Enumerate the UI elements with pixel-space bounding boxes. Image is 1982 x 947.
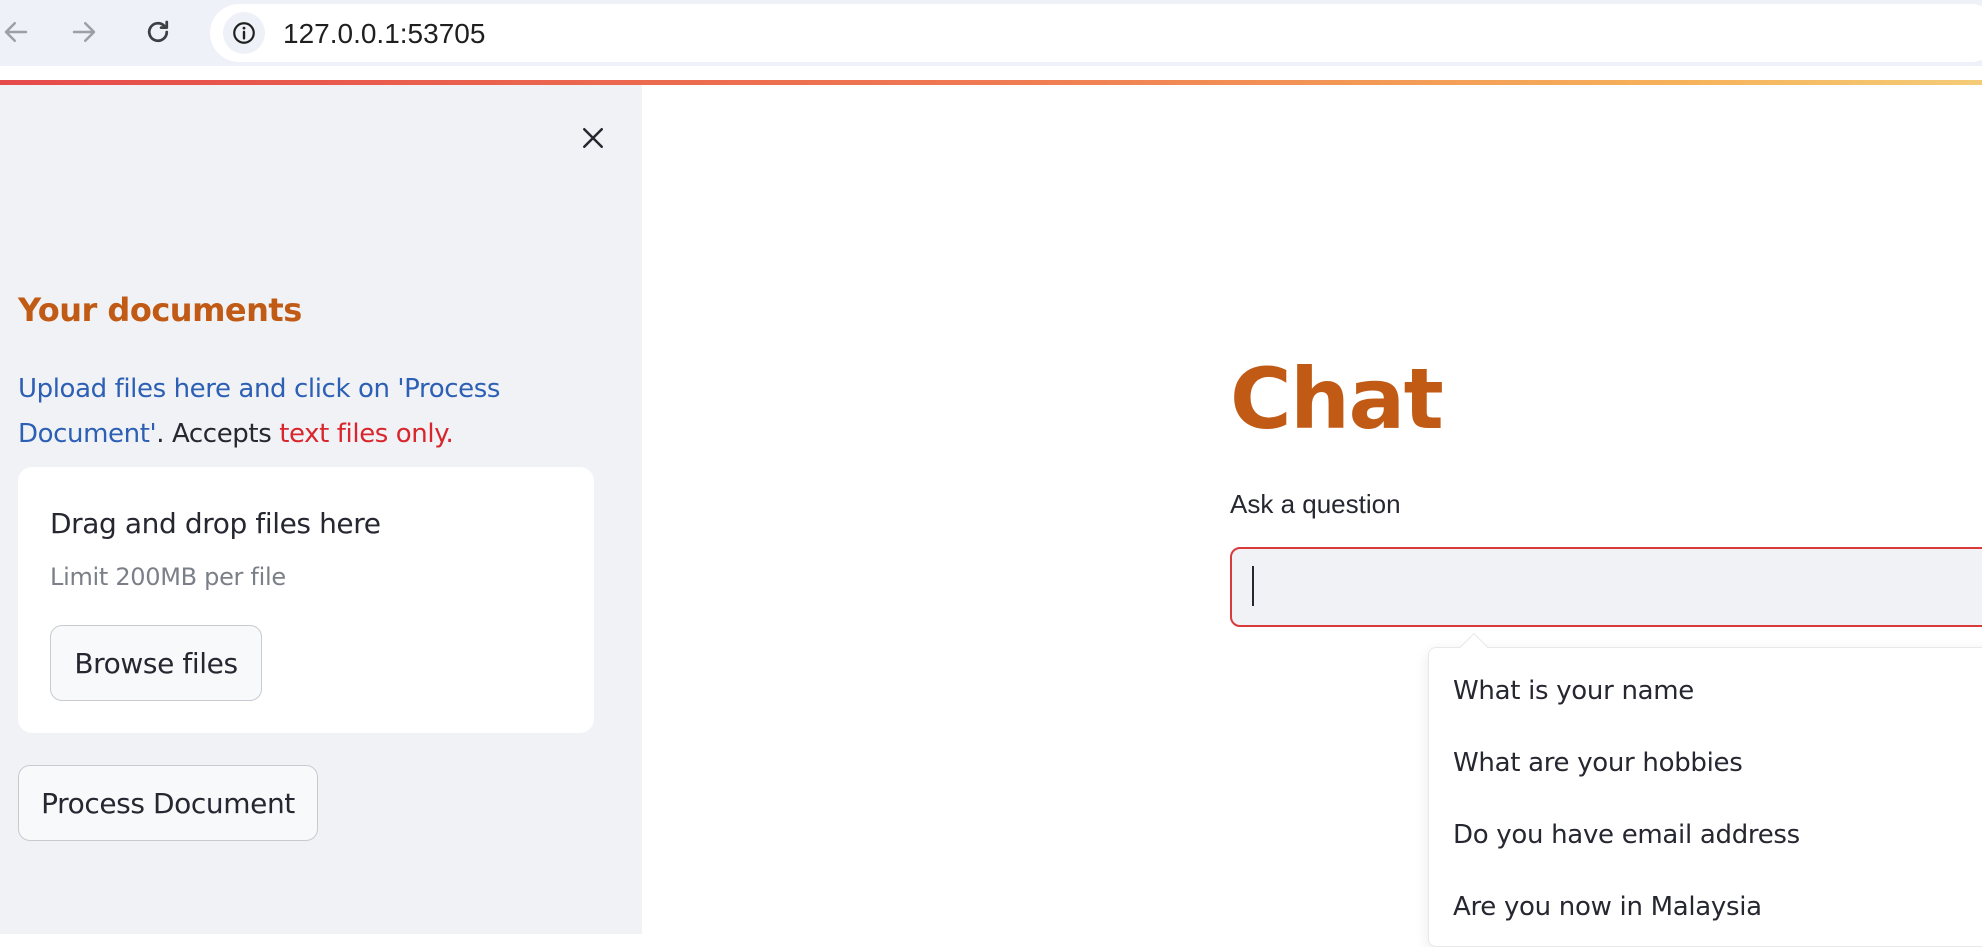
url-text[interactable]: 127.0.0.1:53705 <box>283 18 485 50</box>
file-uploader-dropzone[interactable]: Drag and drop files here Limit 200MB per… <box>18 467 594 733</box>
reload-button[interactable] <box>136 10 180 54</box>
address-bar[interactable]: 127.0.0.1:53705 <box>210 4 1982 62</box>
info-icon <box>233 22 255 44</box>
reload-icon <box>147 20 169 43</box>
back-button[interactable] <box>0 10 38 54</box>
arrow-right-icon <box>72 22 96 42</box>
suggestions-dropdown: What is your name What are your hobbies … <box>1428 632 1982 947</box>
dropzone-limit: Limit 200MB per file <box>50 563 286 591</box>
arrow-left-icon <box>4 22 28 42</box>
page-title: Chat <box>1230 350 1444 448</box>
site-info-button[interactable] <box>223 12 265 54</box>
close-icon <box>583 128 603 148</box>
question-input[interactable] <box>1230 547 1982 627</box>
browse-files-button[interactable]: Browse files <box>50 625 262 701</box>
process-document-button[interactable]: Process Document <box>18 765 318 841</box>
sidebar-heading: Your documents <box>18 291 302 329</box>
main-content: Chat Ask a question What is your name Wh… <box>642 85 1982 947</box>
text-cursor <box>1252 566 1254 606</box>
forward-button[interactable] <box>62 10 106 54</box>
suggestion-item[interactable]: Do you have email address <box>1453 820 1800 850</box>
close-sidebar-button[interactable] <box>570 115 616 161</box>
suggestion-item[interactable]: What is your name <box>1453 676 1694 706</box>
suggestion-item[interactable]: Are you now in Malaysia <box>1453 892 1762 922</box>
upload-instructions: Upload files here and click on 'Process … <box>18 367 538 457</box>
dropzone-title: Drag and drop files here <box>50 507 381 540</box>
instructions-warning: text files only. <box>279 419 454 449</box>
instructions-text: . Accepts <box>156 419 280 449</box>
browser-toolbar: 127.0.0.1:53705 <box>0 0 1982 66</box>
dropdown-pointer <box>1459 632 1489 662</box>
sidebar: Your documents Upload files here and cli… <box>0 85 642 934</box>
suggestion-item[interactable]: What are your hobbies <box>1453 748 1743 778</box>
question-label: Ask a question <box>1230 489 1401 519</box>
